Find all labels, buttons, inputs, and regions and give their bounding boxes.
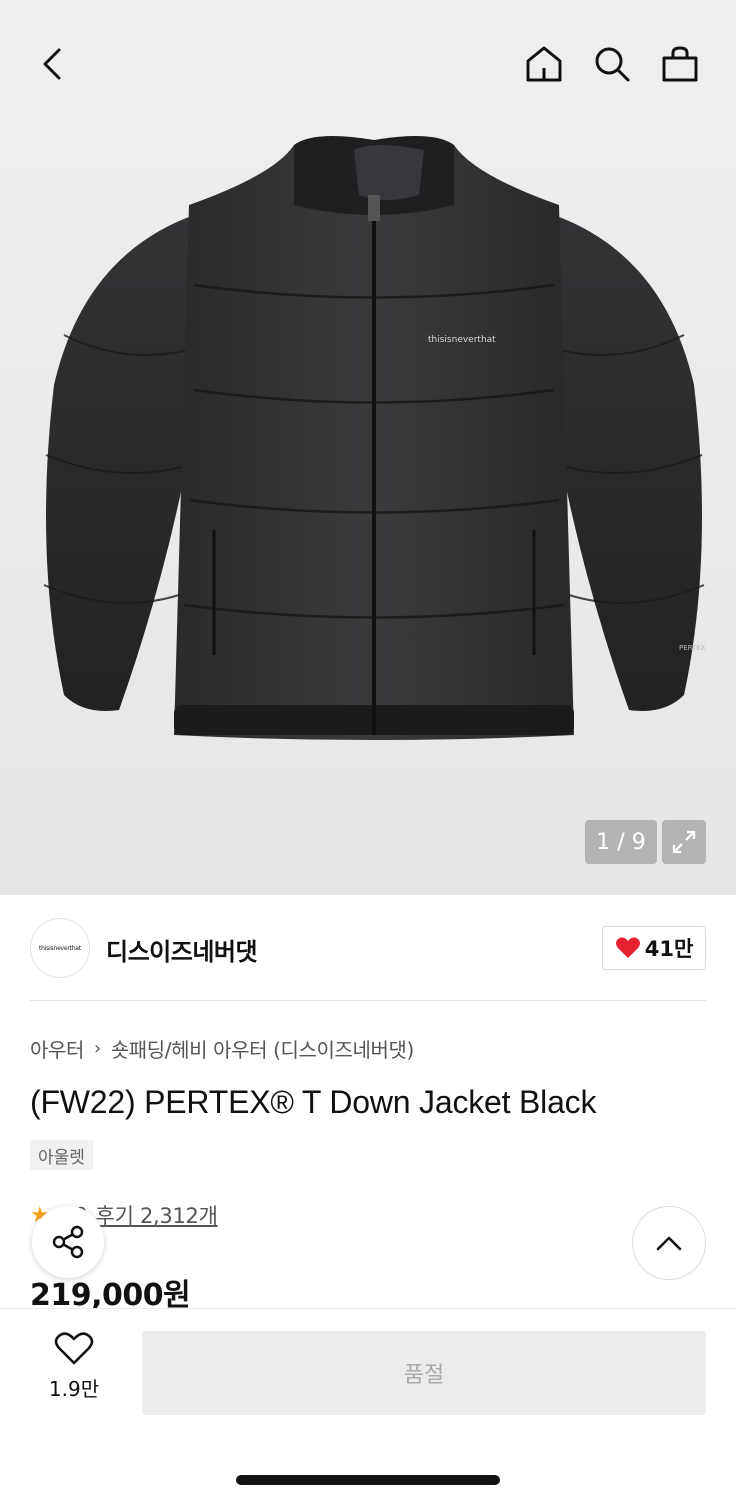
share-icon (52, 1225, 84, 1259)
heart-filled-icon (615, 937, 640, 958)
expand-image-button[interactable] (662, 820, 706, 864)
product-image-gallery[interactable]: thisisneverthat PERTEX 1 / 9 (0, 0, 736, 895)
image-counter: 1 / 9 (585, 820, 657, 864)
shopping-bag-button[interactable] (652, 36, 708, 92)
heart-outline-icon (54, 1332, 94, 1365)
divider (30, 1000, 706, 1001)
outlet-badge: 아울렛 (30, 1140, 93, 1170)
breadcrumb-category[interactable]: 아우터 (30, 1034, 84, 1063)
product-photo: thisisneverthat PERTEX (43, 136, 706, 740)
search-icon (595, 47, 630, 82)
chevron-right-icon: › (94, 1038, 101, 1059)
back-button[interactable] (24, 36, 80, 92)
wishlist-count: 1.9만 (48, 1377, 100, 1401)
share-button[interactable] (32, 1206, 104, 1278)
brand-like-button[interactable]: 41만 (602, 926, 706, 970)
brand-logo-text: thisisneverthat (38, 944, 82, 952)
scroll-top-button[interactable] (632, 1206, 706, 1280)
wishlist-button[interactable]: 1.9만 (30, 1331, 118, 1415)
chevron-up-icon (656, 1236, 682, 1251)
home-icon (526, 46, 562, 82)
sleeve-logo-text: PERTEX (679, 644, 706, 652)
breadcrumb: 아우터 › 숏패딩/헤비 아우터 (디스이즈네버댓) (30, 1034, 414, 1063)
breadcrumb-subcategory[interactable]: 숏패딩/헤비 아우터 (디스이즈네버댓) (111, 1034, 414, 1063)
sold-out-button[interactable]: 품절 (142, 1331, 706, 1415)
product-title: (FW22) PERTEX® T Down Jacket Black (30, 1084, 597, 1120)
brand-row: thisisneverthat 디스이즈네버댓 41만 (30, 916, 706, 980)
brand-logo[interactable]: thisisneverthat (30, 918, 90, 978)
brand-name[interactable]: 디스이즈네버댓 (106, 932, 258, 967)
expand-icon (672, 830, 696, 854)
home-indicator (236, 1475, 500, 1485)
chevron-left-icon (43, 48, 61, 80)
chest-logo-text: thisisneverthat (428, 335, 496, 345)
top-nav-bar (0, 0, 736, 130)
brand-like-count: 41만 (644, 937, 694, 961)
shopping-bag-icon (662, 46, 698, 82)
search-button[interactable] (584, 36, 640, 92)
review-count-link[interactable]: 후기 2,312개 (96, 1200, 218, 1230)
home-button[interactable] (516, 36, 572, 92)
bottom-action-bar: 1.9만 품절 (0, 1308, 736, 1500)
